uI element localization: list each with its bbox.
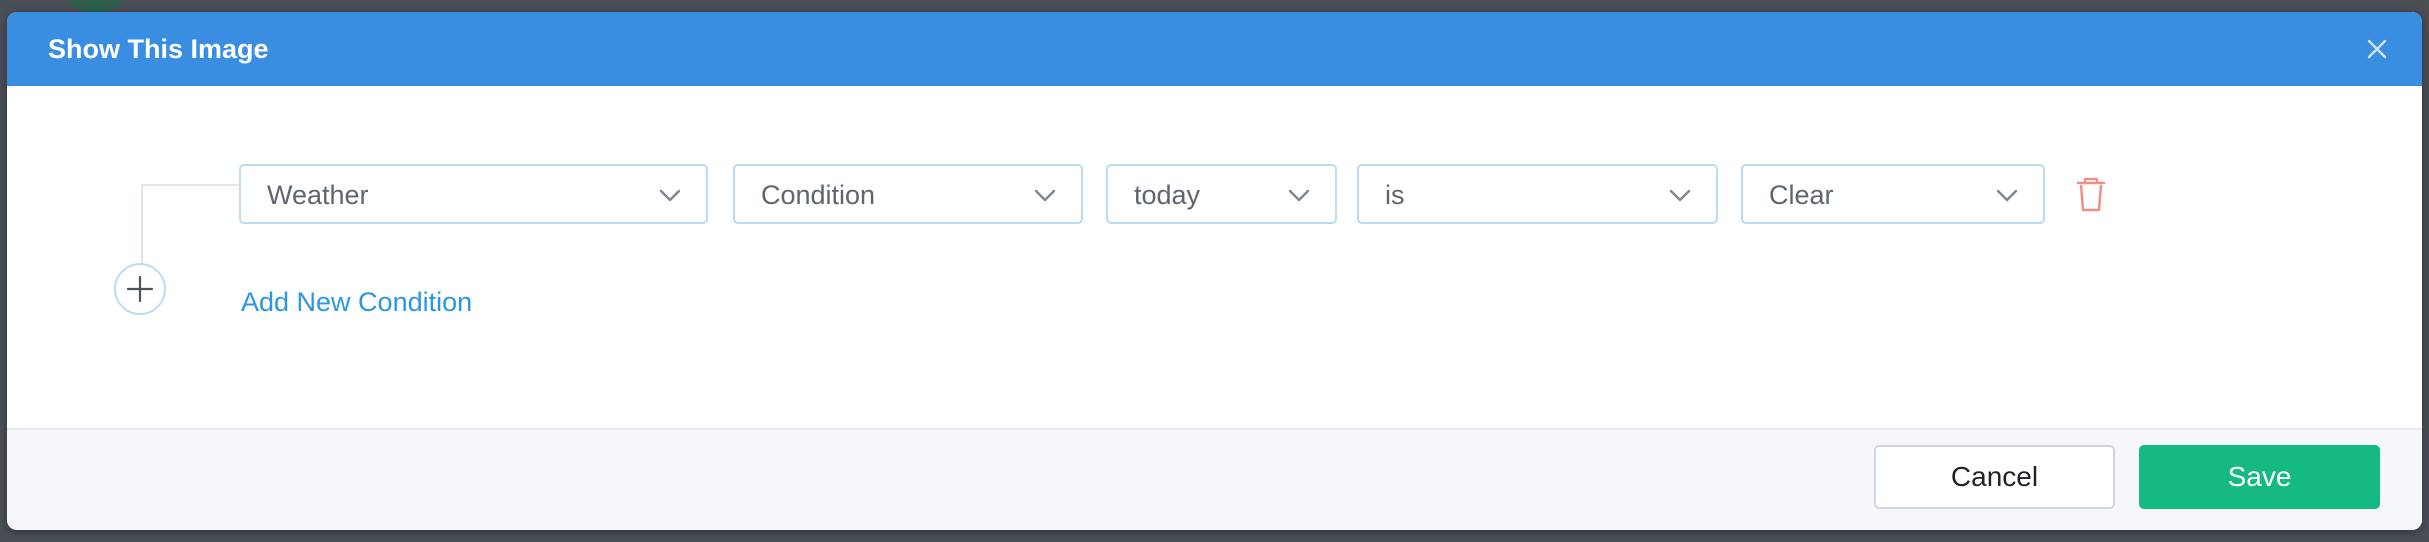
backdrop-avatar (60, 0, 130, 12)
value-select[interactable]: Clear (1741, 164, 2045, 224)
dialog-header: Show This Image (7, 12, 2422, 86)
cancel-button[interactable]: Cancel (1874, 445, 2115, 509)
close-icon[interactable] (2362, 34, 2392, 64)
value-select-value: Clear (1769, 180, 1834, 210)
chevron-down-icon (1669, 189, 1691, 202)
tree-connector-horizontal (141, 184, 245, 186)
save-button[interactable]: Save (2139, 445, 2380, 509)
dialog-title: Show This Image (48, 34, 269, 64)
property-select-value: Condition (761, 180, 876, 210)
chevron-down-icon (659, 189, 681, 202)
field-select-value: Weather (267, 180, 369, 210)
operator-select[interactable]: is (1357, 164, 1718, 224)
chevron-down-icon (1034, 189, 1056, 202)
add-new-condition-link[interactable]: Add New Condition (241, 288, 472, 316)
dialog-body: Weather Condition today is Clear Add New… (7, 86, 2422, 428)
chevron-down-icon (1288, 189, 1310, 202)
timeframe-select-value: today (1134, 180, 1201, 210)
trash-icon[interactable] (2074, 176, 2108, 214)
show-image-dialog: Show This Image Weather Condition today (7, 12, 2422, 530)
add-condition-button[interactable] (114, 263, 166, 315)
chevron-down-icon (1996, 189, 2018, 202)
field-select[interactable]: Weather (239, 164, 708, 224)
timeframe-select[interactable]: today (1106, 164, 1337, 224)
dialog-footer: Cancel Save (7, 428, 2422, 530)
plus-icon (126, 275, 154, 303)
property-select[interactable]: Condition (733, 164, 1083, 224)
operator-select-value: is (1385, 180, 1405, 210)
